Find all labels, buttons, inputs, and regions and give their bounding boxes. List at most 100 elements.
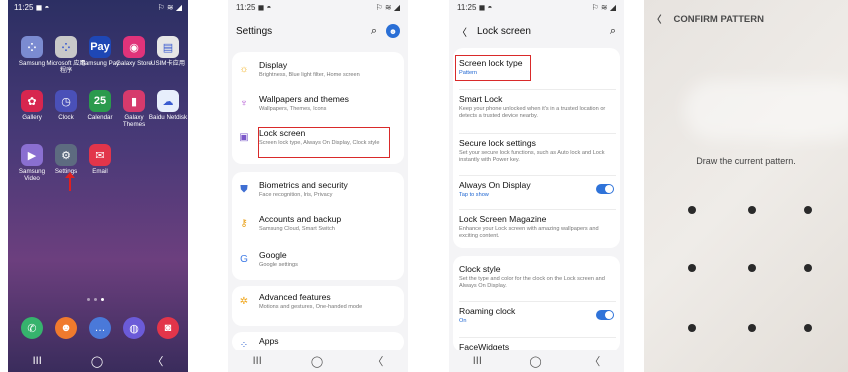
settings-icon: ⚙	[55, 144, 77, 166]
settings-item-subtitle: Google settings	[259, 262, 298, 268]
always-on-display-toggle[interactable]	[596, 184, 614, 194]
settings-item-title: Wallpapers and themes	[259, 94, 349, 104]
settings-item-title: Apps	[259, 336, 279, 346]
back-button[interactable]: 〈	[372, 353, 383, 369]
lock-item-title: Roaming clock	[459, 306, 516, 316]
status-bar: 11:25 ◼ ◓ ⚐ ≋ ◢	[236, 3, 400, 15]
clock-icon: ◷	[55, 90, 77, 112]
app-baidu-netdisk[interactable]: ☁ Baidu Netdisk	[148, 90, 188, 121]
internet-icon[interactable]: ◍	[123, 317, 145, 339]
lock-item-secure-lock-settings[interactable]: Secure lock settings Set your secure lock…	[459, 138, 616, 163]
app-email[interactable]: ✉ Email	[80, 144, 120, 175]
back-button[interactable]: 〈	[152, 353, 163, 369]
pattern-dot-6[interactable]	[804, 264, 812, 272]
accounts-and-backup-icon: ⚷	[240, 217, 248, 229]
search-icon[interactable]: ⌕	[610, 25, 616, 38]
status-bar: 11:25 ◼ ◓ ⚐ ≋ ◢	[457, 3, 616, 15]
signal-icons: ⚐ ≋ ◢	[375, 3, 400, 12]
app-label: USIM卡应用	[150, 60, 186, 67]
settings-item-title: Advanced features	[259, 292, 331, 302]
page-title: Lock screen	[477, 25, 531, 37]
avatar[interactable]: ☻	[386, 24, 400, 38]
lock-item-roaming-clock[interactable]: Roaming clock On	[459, 306, 590, 325]
app-label: Baidu Netdisk	[148, 114, 188, 121]
status-time: 11:25	[457, 3, 477, 12]
pattern-dot-1[interactable]	[688, 206, 696, 214]
settings-item-title: Biometrics and security	[259, 180, 348, 190]
page-title: CONFIRM PATTERN	[673, 13, 764, 25]
back-arrow-icon[interactable]: 〈	[457, 24, 467, 39]
settings-item-biometrics-and-security[interactable]: ⛊ Biometrics and security Face recognition…	[228, 180, 408, 208]
recent-apps-button[interactable]: III	[253, 355, 262, 367]
back-arrow-icon[interactable]: 〈	[652, 12, 662, 26]
status-time: 11:25	[14, 3, 34, 12]
search-icon[interactable]: ⌕	[371, 25, 377, 38]
camera-icon[interactable]: ◙	[157, 317, 179, 339]
wallpapers-and-themes-icon: ♆	[240, 97, 248, 109]
settings-item-subtitle: Motions and gestures, One-handed mode	[259, 304, 363, 310]
galaxy-store-icon: ◉	[123, 36, 145, 58]
roaming-clock-toggle[interactable]	[596, 310, 614, 320]
status-time: 11:25	[236, 3, 256, 12]
advanced-features-icon: ✲	[239, 295, 249, 307]
lock-screen-highlight-box	[258, 127, 390, 158]
gallery-icon: ✿	[21, 90, 43, 112]
divider	[459, 175, 616, 176]
baidu-netdisk-icon: ☁	[157, 90, 179, 112]
usim-icon: ▤	[157, 36, 179, 58]
page-title: Settings	[236, 25, 273, 37]
lock-item-subtitle: On	[459, 318, 467, 324]
settings-item-display[interactable]: ☼ Display Brightness, Blue light filter, H…	[228, 60, 408, 88]
settings-item-wallpapers-and-themes[interactable]: ♆ Wallpapers and themes Wallpapers, Themes…	[228, 94, 408, 122]
messages-icon[interactable]: …	[89, 317, 111, 339]
divider	[459, 89, 616, 90]
lock-item-lock-screen-magazine[interactable]: Lock Screen Magazine Enhance your Lock sc…	[459, 214, 616, 239]
samsung-pay-icon: Pay	[89, 36, 111, 58]
back-button[interactable]: 〈	[589, 353, 600, 369]
divider	[459, 301, 616, 302]
signal-icons: ⚐ ≋ ◢	[157, 3, 182, 12]
status-bar: 11:25 ◼ ◓ ⚐ ≋ ◢	[14, 3, 182, 15]
page-indicator	[87, 298, 104, 301]
lock-item-always-on-display[interactable]: Always On Display Tap to show	[459, 180, 590, 199]
screen-lock-type-highlight-box	[455, 55, 531, 81]
pattern-dot-3[interactable]	[804, 206, 812, 214]
pattern-dot-8[interactable]	[748, 324, 756, 332]
lock-screen-settings: 11:25 ◼ ◓ ⚐ ≋ ◢ 〈 Lock screen ⌕ Screen l…	[449, 0, 624, 372]
pattern-dot-9[interactable]	[804, 324, 812, 332]
biometrics-and-security-icon: ⛊	[240, 183, 248, 195]
settings-item-google[interactable]: G Google Google settings	[228, 250, 408, 278]
phone-icon[interactable]: ✆	[21, 317, 43, 339]
google-icon: G	[240, 253, 248, 265]
galaxy-themes-icon: ▮	[123, 90, 145, 112]
lock-item-clock-style[interactable]: Clock style Set the type and color for th…	[459, 264, 616, 289]
settings-item-subtitle: Face recognition, Iris, Privacy	[259, 192, 333, 198]
divider	[459, 337, 616, 338]
home-button[interactable]: ◯	[91, 355, 103, 368]
display-icon: ☼	[239, 63, 249, 75]
recent-apps-button[interactable]: III	[33, 355, 42, 367]
pattern-dot-7[interactable]	[688, 324, 696, 332]
lock-item-subtitle: Keep your phone unlocked when it's in a …	[459, 106, 606, 119]
settings-item-title: Accounts and backup	[259, 214, 342, 224]
app-usim[interactable]: ▤ USIM卡应用	[148, 36, 188, 67]
nav-bar: III ◯ 〈	[8, 350, 188, 372]
home-button[interactable]: ◯	[529, 355, 541, 368]
pattern-dot-4[interactable]	[688, 264, 696, 272]
settings-item-subtitle: Wallpapers, Themes, Icons	[259, 106, 327, 112]
screen-glare	[684, 80, 848, 140]
settings-item-title: Display	[259, 60, 288, 70]
settings-item-advanced-features[interactable]: ✲ Advanced features Motions and gestures, …	[228, 292, 408, 320]
lock-screen-icon: ▣	[239, 131, 249, 143]
home-button[interactable]: ◯	[311, 355, 323, 368]
contacts-icon[interactable]: ☻	[55, 317, 77, 339]
app-label: Email	[92, 168, 108, 175]
settings-item-subtitle: Brightness, Blue light filter, Home scre…	[259, 72, 360, 78]
pattern-dot-5[interactable]	[748, 264, 756, 272]
microsoft-icon: ⁘	[55, 36, 77, 58]
pattern-dot-2[interactable]	[748, 206, 756, 214]
settings-item-accounts-and-backup[interactable]: ⚷ Accounts and backup Samsung Cloud, Smart…	[228, 214, 408, 242]
lock-item-subtitle: Enhance your Lock screen with amazing wa…	[459, 226, 599, 239]
recent-apps-button[interactable]: III	[473, 355, 482, 367]
lock-item-smart-lock[interactable]: Smart Lock Keep your phone unlocked when …	[459, 94, 616, 119]
